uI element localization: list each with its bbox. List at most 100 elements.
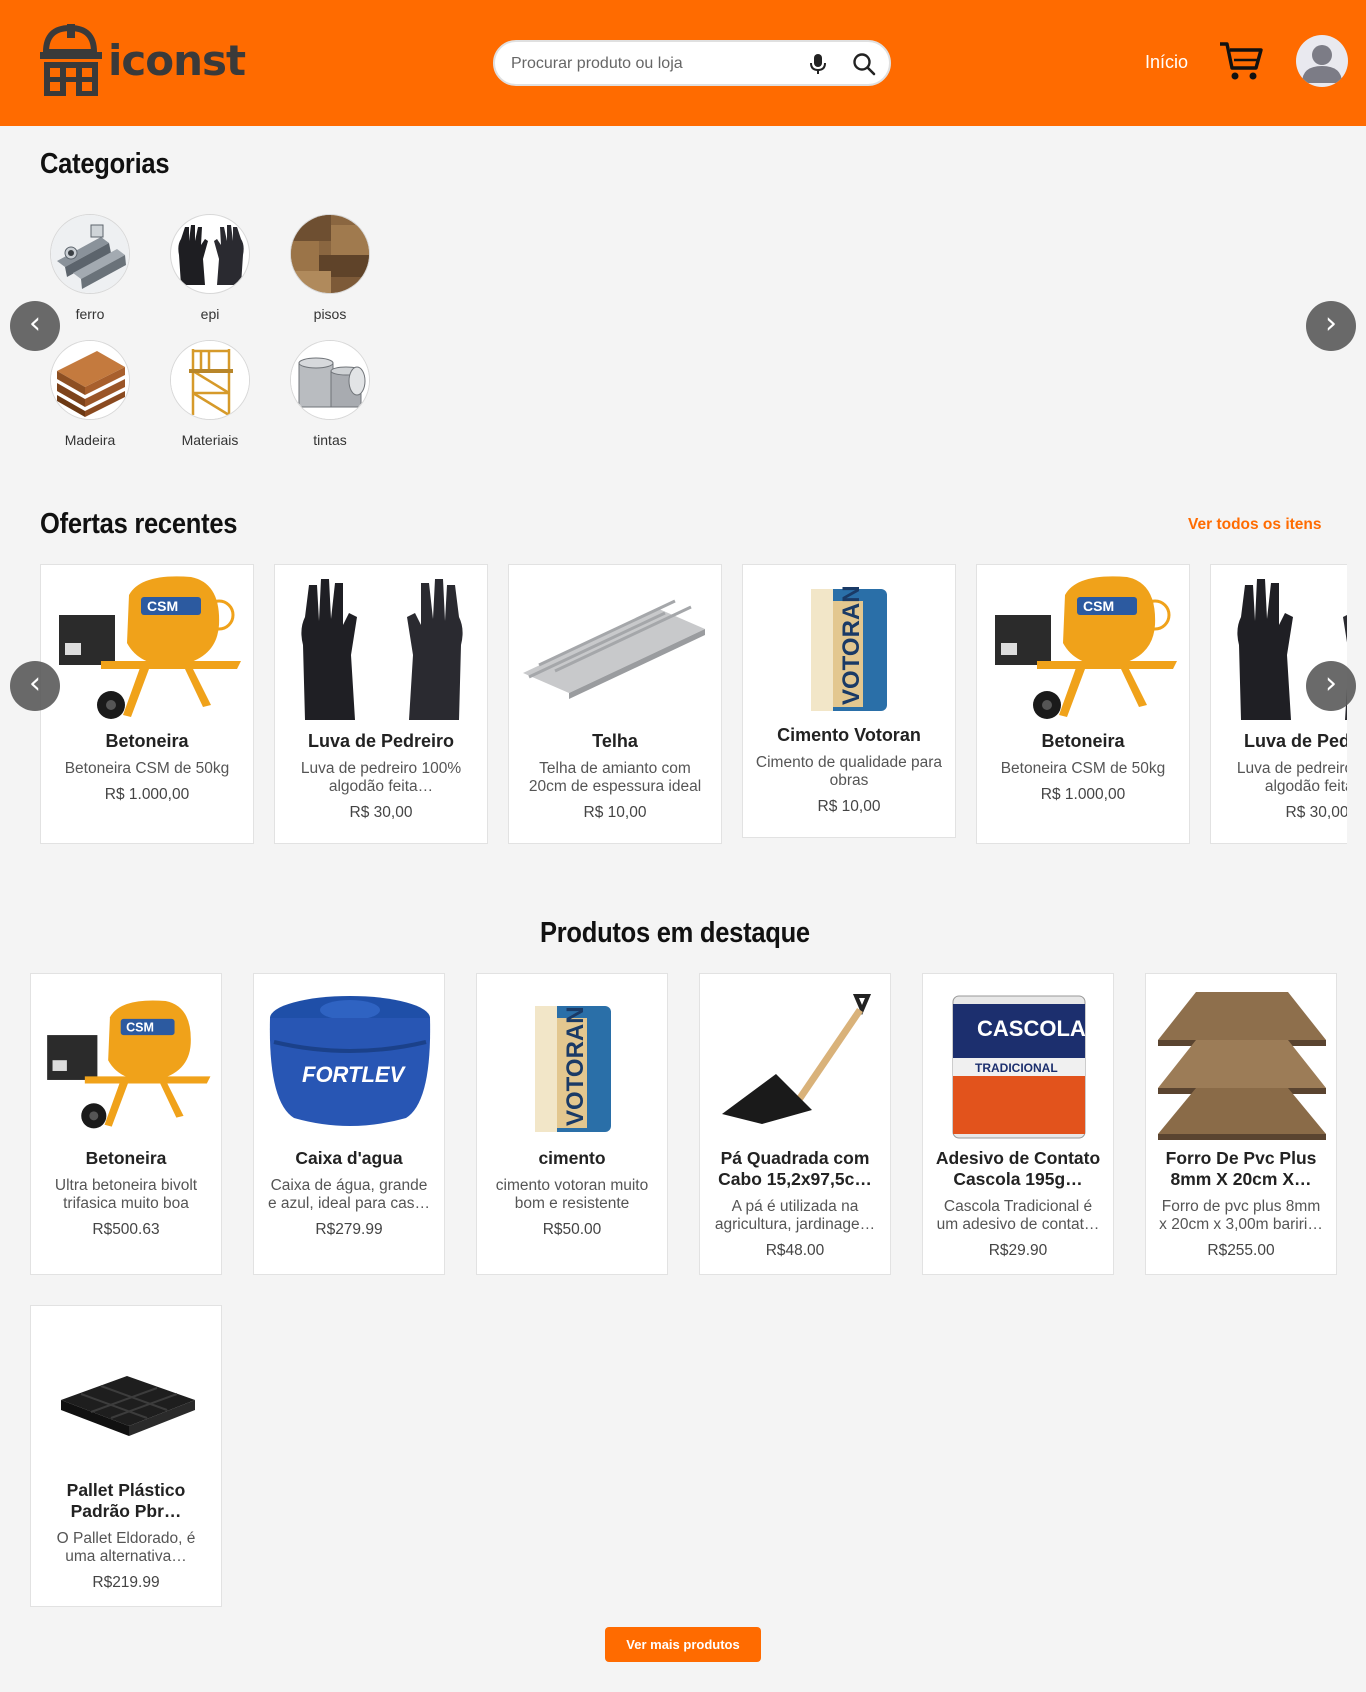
category-label: pisos — [313, 306, 347, 322]
product-name: Betoneira — [85, 1148, 167, 1168]
offer-price: R$ 1.000,00 — [104, 786, 190, 803]
product-image — [275, 565, 487, 725]
category-image — [290, 214, 370, 294]
offer-price: R$ 30,00 — [1285, 804, 1347, 821]
svg-text:FORTLEV: FORTLEV — [302, 1062, 407, 1087]
search-input[interactable] — [511, 52, 801, 76]
offer-name: Betoneira — [105, 731, 189, 751]
offers-prev-arrow[interactable]: ‹ — [10, 661, 60, 711]
product-image: CSM — [977, 565, 1189, 725]
see-all-link[interactable]: Ver todos os itens — [1188, 516, 1322, 534]
nav-home-link[interactable]: Início — [1145, 52, 1188, 73]
user-avatar[interactable] — [1296, 35, 1348, 87]
cart-icon[interactable] — [1218, 40, 1264, 82]
offer-name: Betoneira — [1041, 731, 1125, 751]
search-bar[interactable] — [493, 40, 891, 86]
offer-card[interactable]: Luva de Pedreiro Luva de pedreiro 100% a… — [274, 564, 488, 844]
category-label: tintas — [313, 432, 347, 448]
category-label: Madeira — [64, 432, 116, 448]
offer-card[interactable]: CSM Betoneira Betoneira CSM de 50kg R$ 1… — [976, 564, 1190, 844]
offer-price: R$ 10,00 — [817, 798, 881, 815]
gloves-icon — [178, 225, 244, 285]
product-description: A pá é utilizada na agricultura, jardina… — [714, 1198, 876, 1233]
category-ferro[interactable]: ferro — [40, 214, 140, 322]
logo[interactable]: iconst — [38, 22, 246, 98]
product-card[interactable]: CSM Betoneira Ultra betoneira bivolt tri… — [30, 973, 222, 1275]
cement-mixer-icon: CSM — [995, 576, 1177, 719]
cement-bag-icon: VOTORAN — [535, 1006, 611, 1132]
product-card[interactable]: FORTLEV Caixa d'agua Caixa de água, gran… — [253, 973, 445, 1275]
offer-description: Betoneira CSM de 50kg — [1000, 760, 1166, 777]
product-price: R$500.63 — [92, 1221, 160, 1238]
product-image — [509, 565, 721, 725]
product-price: R$50.00 — [542, 1221, 602, 1238]
gloves-icon — [301, 579, 463, 720]
product-card[interactable]: Forro De Pvc Plus 8mm X 20cm X… Forro de… — [1145, 973, 1337, 1275]
wood-planks-icon — [51, 341, 129, 419]
category-madeira[interactable]: Madeira — [40, 340, 140, 448]
offer-description: Telha de amianto com 20cm de espessura i… — [528, 760, 702, 795]
offer-price: R$ 30,00 — [349, 804, 413, 821]
featured-title: Produtos em destaque — [540, 917, 810, 949]
product-card[interactable]: Pá Quadrada com Cabo 15,2x97,5c… A pá é … — [699, 973, 891, 1275]
category-materiais[interactable]: Materiais — [160, 340, 260, 448]
logo-text: iconst — [108, 36, 246, 85]
categories-next-arrow[interactable]: › — [1306, 301, 1356, 351]
search-icon[interactable] — [851, 51, 877, 77]
product-name: Adesivo de Contato Cascola 195g… — [935, 1148, 1101, 1189]
offer-name: Luva de Pedreiro — [307, 731, 455, 751]
offer-card[interactable]: VOTORAN Cimento Votoran Cimento de quali… — [742, 564, 956, 838]
product-image: CSM — [31, 982, 221, 1142]
offers-next-arrow[interactable]: › — [1306, 661, 1356, 711]
cement-mixer-icon: CSM — [59, 576, 241, 719]
scaffold-icon — [171, 341, 249, 419]
product-card[interactable]: CASCOLA TRADICIONAL Adesivo de Contato C… — [922, 973, 1114, 1275]
product-image: CASCOLA TRADICIONAL — [923, 982, 1113, 1142]
product-name: Pallet Plástico Padrão Pbr… — [66, 1480, 186, 1521]
product-card[interactable]: Pallet Plástico Padrão Pbr… O Pallet Eld… — [30, 1305, 222, 1607]
offer-description: Betoneira CSM de 50kg — [64, 760, 230, 777]
product-name: cimento — [538, 1148, 606, 1168]
pvc-panels-icon — [1158, 992, 1326, 1140]
svg-text:CSM: CSM — [1083, 598, 1114, 614]
category-pisos[interactable]: pisos — [280, 214, 380, 322]
category-image — [50, 214, 130, 294]
product-price: R$279.99 — [315, 1221, 383, 1238]
categories-title: Categorias — [40, 148, 170, 180]
top-header: iconst Início — [0, 0, 1366, 126]
offer-description: Luva de pedreiro 100% algodão feita… — [1236, 760, 1347, 795]
see-more-products-button[interactable]: Ver mais produtos — [605, 1627, 761, 1662]
category-epi[interactable]: epi — [160, 214, 260, 322]
offer-card[interactable]: Telha Telha de amianto com 20cm de espes… — [508, 564, 722, 844]
steel-tubes-icon — [51, 215, 129, 293]
logo-house-helmet-icon — [40, 24, 102, 96]
product-price: R$29.90 — [988, 1242, 1048, 1259]
product-card[interactable]: VOTORAN cimento cimento votoran muito bo… — [476, 973, 668, 1275]
category-image — [170, 214, 250, 294]
category-label: epi — [200, 306, 220, 322]
product-image: VOTORAN — [477, 982, 667, 1142]
category-label: Materiais — [181, 432, 239, 448]
product-name: Forro De Pvc Plus 8mm X 20cm X… — [1165, 1148, 1317, 1189]
product-image: CSM — [41, 565, 253, 725]
offer-name: Luva de Pedreiro — [1243, 731, 1347, 751]
product-image — [31, 1314, 221, 1474]
product-description: cimento votoran muito bom e resistente — [495, 1177, 649, 1212]
product-description: Cascola Tradicional é um adesivo de cont… — [936, 1198, 1100, 1233]
user-icon — [1302, 45, 1342, 83]
product-price: R$48.00 — [765, 1242, 825, 1259]
offer-description: Cimento de qualidade para obras — [755, 754, 943, 789]
microphone-icon[interactable] — [807, 52, 829, 76]
paint-cans-icon — [291, 341, 369, 419]
water-tank-icon: FORTLEV — [269, 996, 431, 1126]
offer-price: R$ 1.000,00 — [1040, 786, 1126, 803]
product-name: Pá Quadrada com Cabo 15,2x97,5c… — [718, 1148, 872, 1189]
offer-description: Luva de pedreiro 100% algodão feita… — [300, 760, 462, 795]
svg-text:VOTORAN: VOTORAN — [838, 585, 865, 705]
svg-text:CSM: CSM — [126, 1020, 154, 1034]
product-name: Caixa d'agua — [295, 1148, 403, 1168]
product-image: VOTORAN — [743, 565, 955, 719]
offer-card[interactable]: CSM Betoneira Betoneira CSM de 50kg R$ 1… — [40, 564, 254, 844]
product-price: R$255.00 — [1207, 1242, 1275, 1259]
category-tintas[interactable]: tintas — [280, 340, 380, 448]
